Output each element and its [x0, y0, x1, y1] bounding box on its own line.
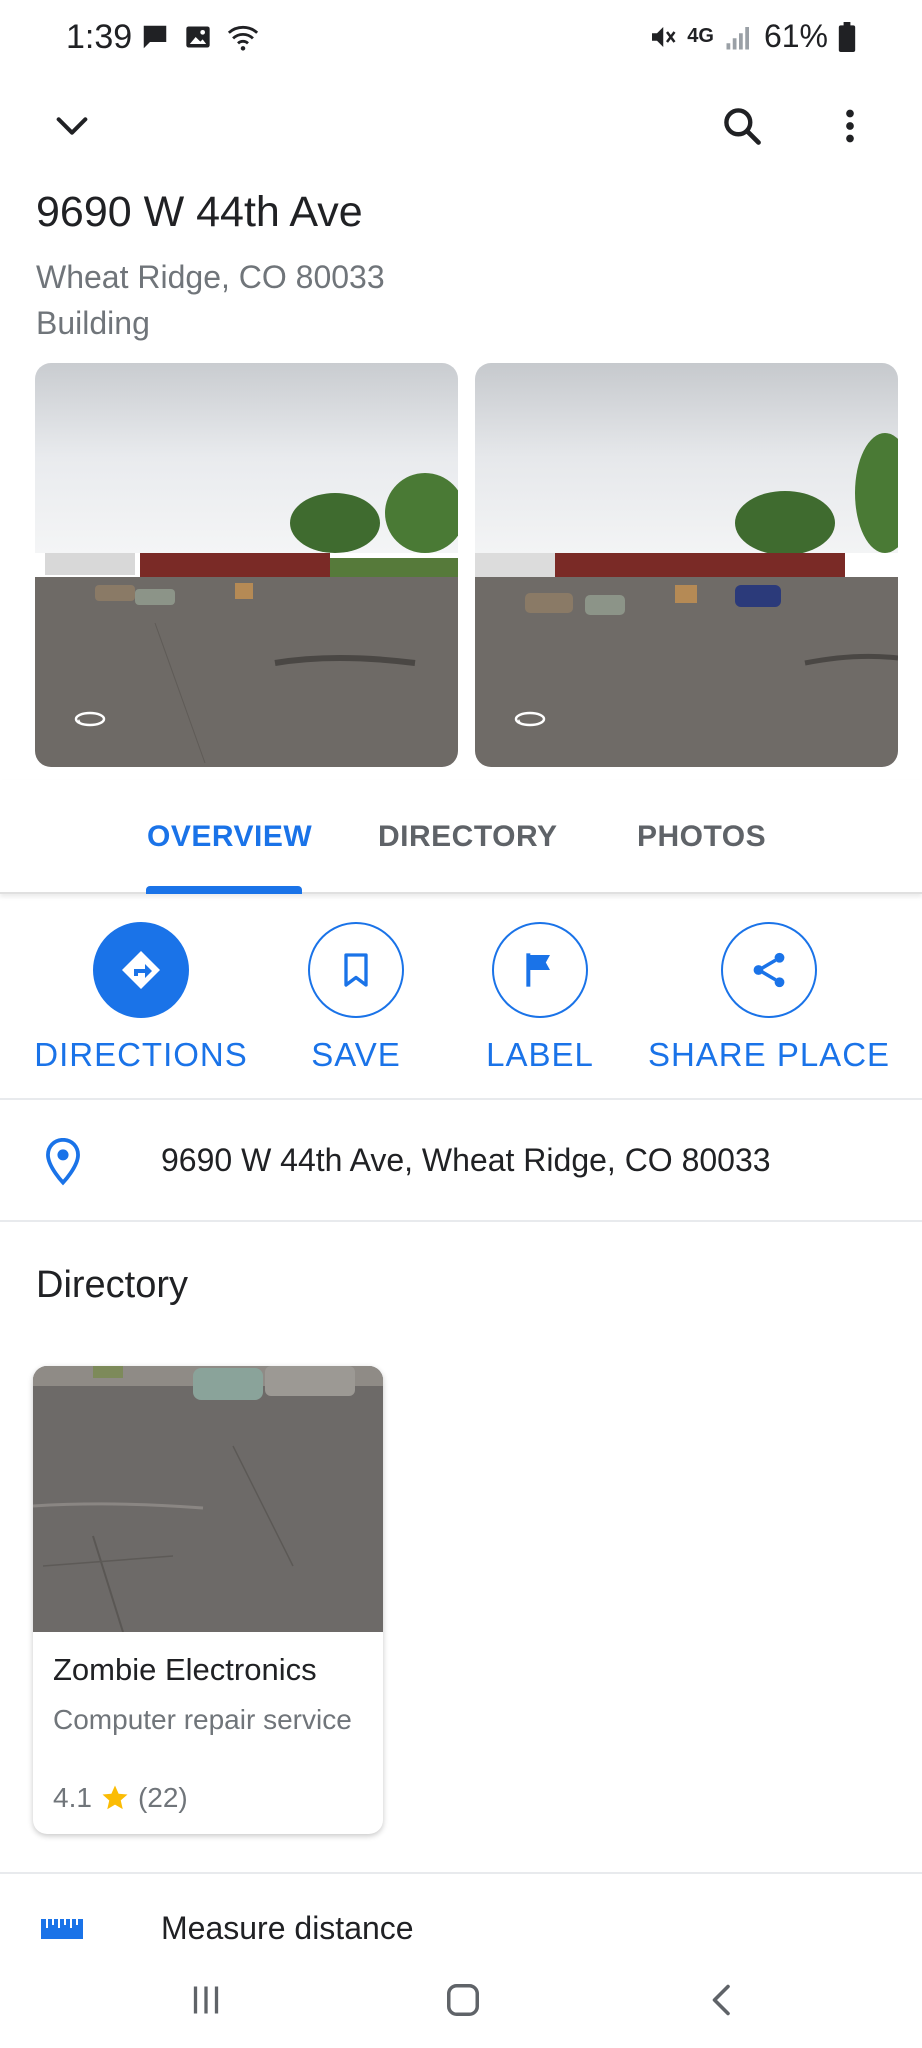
status-bar: 1:39 4G 61% — [0, 0, 922, 80]
tab-overview[interactable]: OVERVIEW — [147, 820, 312, 854]
share-place-button[interactable]: SHARE PLACE — [648, 922, 890, 1074]
app-bar — [0, 90, 922, 164]
search-icon — [724, 108, 761, 145]
directions-circle — [93, 922, 189, 1018]
business-category: Computer repair service — [53, 1704, 352, 1735]
home-icon — [447, 1984, 479, 2016]
directory-heading: Directory — [36, 1264, 189, 1306]
location-pin-icon — [46, 1138, 80, 1186]
back-button[interactable] — [692, 1974, 752, 2026]
more-vert-icon — [846, 109, 854, 143]
active-tab-indicator — [146, 886, 302, 894]
back-icon — [712, 1984, 730, 2016]
business-rating: 4.1 (22) — [53, 1782, 188, 1814]
directory-card[interactable]: Zombie Electronics Computer repair servi… — [33, 1366, 383, 1834]
status-time: 1:39 — [66, 18, 133, 56]
business-name: Zombie Electronics — [53, 1652, 317, 1687]
network-type: 4G — [687, 25, 714, 47]
label-button[interactable]: LABEL — [476, 922, 604, 1074]
directions-label: DIRECTIONS — [34, 1036, 248, 1073]
save-button[interactable]: SAVE — [292, 922, 420, 1074]
place-locality: Wheat Ridge, CO 80033 — [36, 259, 385, 295]
action-buttons-row: DIRECTIONS SAVE LABEL SHARE PLACE — [0, 900, 922, 1100]
address-text: 9690 W 44th Ave, Wheat Ridge, CO 80033 — [161, 1142, 771, 1178]
share-icon — [753, 952, 785, 988]
star-icon — [102, 1785, 128, 1810]
flag-icon — [526, 953, 550, 987]
home-button[interactable] — [433, 1974, 493, 2026]
save-label: SAVE — [311, 1036, 401, 1073]
measure-distance-row[interactable]: Measure distance — [0, 1872, 922, 1952]
wifi-icon — [227, 25, 259, 51]
battery-icon — [838, 21, 856, 52]
street-view-image — [35, 363, 458, 767]
collapse-button[interactable] — [36, 90, 108, 162]
directions-button[interactable]: DIRECTIONS — [34, 922, 247, 1074]
label-circle — [492, 922, 588, 1018]
battery-percent: 61% — [763, 18, 828, 54]
place-title: 9690 W 44th Ave — [36, 188, 363, 236]
place-type: Building — [36, 305, 150, 341]
street-view-photo-2[interactable] — [475, 363, 898, 767]
recents-icon — [193, 1986, 219, 2014]
street-view-image — [475, 363, 898, 767]
share-circle — [721, 922, 817, 1018]
label-label: LABEL — [486, 1036, 594, 1073]
signal-icon — [726, 26, 749, 49]
bookmark-icon — [344, 953, 368, 987]
share-place-label: SHARE PLACE — [647, 1036, 891, 1073]
recents-button[interactable] — [176, 1974, 236, 2026]
directions-icon — [122, 951, 160, 989]
measure-distance-label: Measure distance — [161, 1910, 414, 1946]
search-button[interactable] — [706, 90, 778, 162]
mute-icon — [652, 26, 676, 47]
review-count: (22) — [137, 1782, 188, 1813]
tab-directory[interactable]: DIRECTORY — [378, 820, 558, 854]
rating-value: 4.1 — [53, 1782, 92, 1813]
ruler-icon — [41, 1919, 83, 1939]
chevron-down-icon — [56, 117, 88, 135]
tab-bar: OVERVIEW DIRECTORY PHOTOS — [0, 780, 922, 894]
business-photo — [33, 1366, 383, 1632]
panorama-icon — [514, 711, 546, 727]
save-circle — [308, 922, 404, 1018]
message-icon — [143, 25, 167, 49]
address-row[interactable]: 9690 W 44th Ave, Wheat Ridge, CO 80033 — [0, 1102, 922, 1222]
system-navigation-bar — [0, 1952, 922, 2048]
status-notification-icons — [140, 22, 260, 52]
status-system-icons: 4G 61% — [647, 18, 856, 55]
street-view-photo-1[interactable] — [35, 363, 458, 767]
more-options-button[interactable] — [814, 90, 886, 162]
image-icon — [186, 26, 210, 48]
panorama-icon — [74, 711, 106, 727]
tab-photos[interactable]: PHOTOS — [637, 820, 766, 854]
